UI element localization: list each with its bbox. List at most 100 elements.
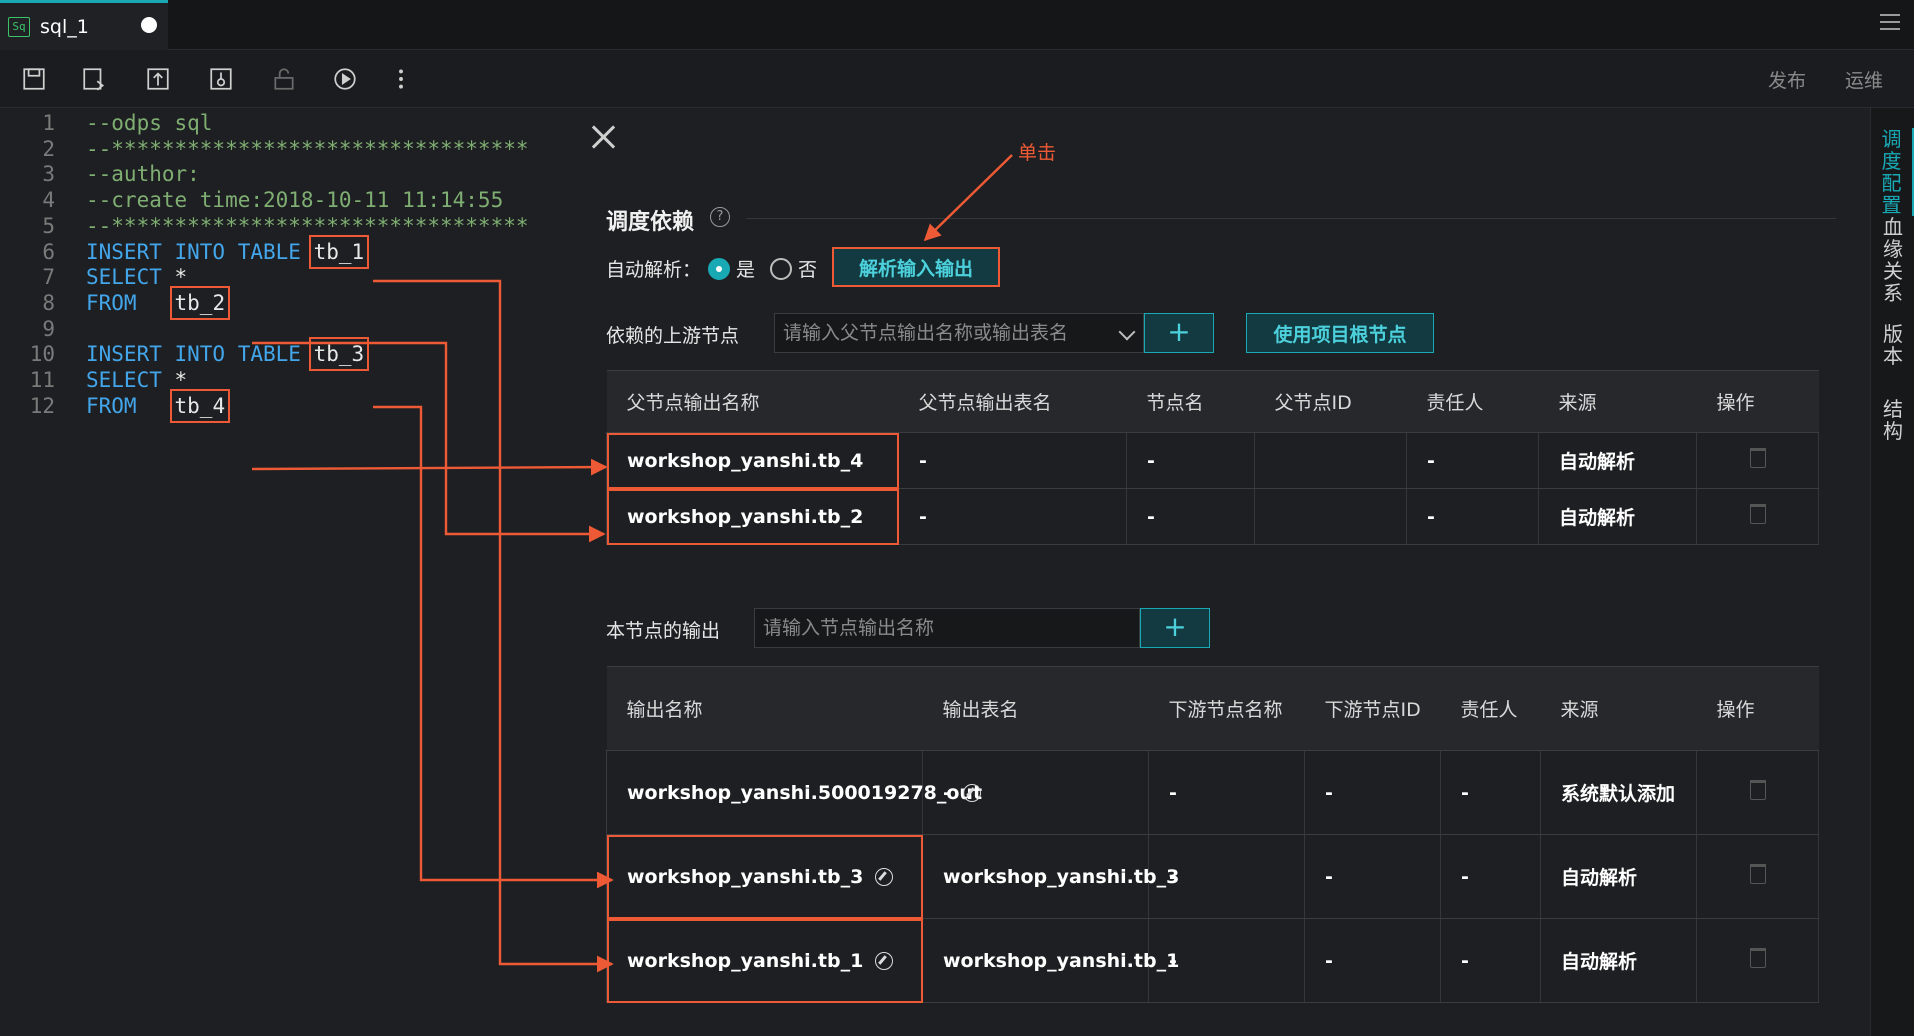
section-title-dependency: 调度依赖 bbox=[606, 210, 695, 235]
code-token: SELECT bbox=[86, 265, 175, 290]
close-icon[interactable] bbox=[588, 122, 618, 152]
tab-sql-1[interactable]: Sq sql_1 bbox=[0, 0, 168, 50]
cell-text: - bbox=[1147, 449, 1155, 472]
right-side-tabs: 调度配置血缘关系版本结构 bbox=[1870, 108, 1914, 1036]
radio-yes[interactable] bbox=[708, 258, 730, 280]
table-cell-action bbox=[1696, 918, 1819, 1003]
use-root-node-button[interactable]: 使用项目根节点 bbox=[1246, 313, 1434, 353]
line-number: 12 bbox=[29, 393, 55, 418]
table-cell: - bbox=[898, 432, 1127, 489]
cell-text: workshop_yanshi.tb_2 bbox=[627, 505, 864, 528]
table-cell: workshop_yanshi.tb_3 bbox=[922, 834, 1179, 919]
cell-text: workshop_yanshi.500019278_out bbox=[627, 781, 983, 804]
output-input[interactable]: 请输入节点输出名称 bbox=[754, 608, 1140, 648]
cell-text: workshop_yanshi.tb_3 bbox=[627, 865, 864, 888]
delete-icon[interactable] bbox=[1749, 864, 1766, 884]
table-cell bbox=[1254, 432, 1407, 489]
unsaved-dot-icon[interactable] bbox=[141, 17, 157, 33]
delete-icon[interactable] bbox=[1749, 780, 1766, 800]
code-token: INSERT INTO TABLE bbox=[86, 239, 314, 264]
table-cell: - bbox=[1440, 834, 1541, 919]
table-cell: - bbox=[1304, 918, 1441, 1003]
publish-button[interactable]: 发布 bbox=[1768, 66, 1806, 93]
save-icon[interactable] bbox=[19, 64, 49, 94]
cell-text: workshop_yanshi.tb_1 bbox=[627, 949, 864, 972]
table-cell: - bbox=[898, 488, 1127, 545]
table-cell: - bbox=[1304, 750, 1441, 835]
add-upstream-button[interactable]: + bbox=[1144, 313, 1214, 353]
output-label: 本节点的输出 bbox=[606, 620, 721, 642]
table-cell-action bbox=[1696, 488, 1819, 545]
edit-icon[interactable] bbox=[875, 952, 894, 970]
table-cell: workshop_yanshi.tb_1 bbox=[922, 918, 1179, 1003]
steal-lock-icon[interactable] bbox=[206, 64, 236, 94]
column-header: 父节点输出表名 bbox=[898, 370, 1127, 433]
cell-text: 自动解析 bbox=[1559, 507, 1636, 529]
radio-no[interactable] bbox=[770, 258, 792, 280]
column-header: 父节点ID bbox=[1254, 370, 1407, 433]
table-cell: - bbox=[1406, 432, 1539, 489]
save-as-icon[interactable] bbox=[79, 64, 109, 94]
toolbar: 发布 运维 bbox=[0, 50, 1914, 108]
add-output-button[interactable]: + bbox=[1140, 608, 1210, 648]
side-tab-4[interactable]: 结构 bbox=[1871, 398, 1914, 442]
cell-text: - bbox=[1461, 949, 1469, 972]
side-tab-2[interactable]: 血缘关系 bbox=[1871, 216, 1914, 304]
column-header: 下游节点ID bbox=[1304, 666, 1441, 751]
upstream-input[interactable]: 请输入父节点输出名称或输出表名 bbox=[774, 313, 1144, 353]
code-token: --create time:2018-10-11 11:14:55 bbox=[86, 188, 504, 213]
divider bbox=[746, 218, 1836, 219]
table-name-token: tb_3 bbox=[308, 337, 370, 372]
hamburger-menu-icon[interactable] bbox=[1880, 14, 1900, 32]
edit-icon[interactable] bbox=[875, 868, 894, 886]
code-editor[interactable]: 1 --odps sql 2 --**************************… bbox=[0, 108, 568, 1036]
cell-text: - bbox=[919, 449, 927, 472]
parse-io-button[interactable]: 解析输入输出 bbox=[832, 247, 1000, 287]
cell-text: workshop_yanshi.tb_4 bbox=[627, 449, 864, 472]
table-row: workshop_yanshi.tb_1 workshop_yanshi.tb_1… bbox=[606, 918, 1819, 1003]
delete-icon[interactable] bbox=[1749, 948, 1766, 968]
code-token: --author: bbox=[86, 162, 200, 187]
code-token: --odps sql bbox=[86, 111, 213, 135]
submit-icon[interactable] bbox=[143, 64, 173, 94]
table-cell: 自动解析 bbox=[1540, 834, 1697, 919]
column-header: 责任人 bbox=[1440, 666, 1541, 751]
click-annotation: 单击 bbox=[1018, 142, 1057, 164]
lock-icon[interactable] bbox=[269, 64, 299, 94]
delete-icon[interactable] bbox=[1749, 504, 1766, 524]
table-cell: - bbox=[1148, 750, 1305, 835]
auto-parse-label: 自动解析： bbox=[606, 259, 702, 281]
edit-icon[interactable] bbox=[962, 784, 981, 802]
table-cell: workshop_yanshi.tb_4 bbox=[606, 432, 899, 489]
table-name-token: tb_1 bbox=[308, 234, 370, 269]
upstream-table: 父节点输出名称 父节点输出表名 节点名 父节点ID 责任人 来源 操作 workshop_y… bbox=[606, 370, 1819, 545]
table-cell: - bbox=[1148, 834, 1305, 919]
table-cell: 自动解析 bbox=[1540, 918, 1697, 1003]
table-cell: - bbox=[1440, 918, 1541, 1003]
more-icon[interactable] bbox=[386, 64, 416, 94]
table-cell: - bbox=[1126, 432, 1255, 489]
table-cell: workshop_yanshi.tb_3 bbox=[606, 834, 923, 919]
code-token: FROM bbox=[86, 290, 175, 315]
ops-button[interactable]: 运维 bbox=[1845, 66, 1883, 93]
cell-text: workshop_yanshi.tb_3 bbox=[943, 865, 1180, 888]
help-icon[interactable]: ? bbox=[710, 207, 730, 227]
chevron-down-icon[interactable] bbox=[1118, 323, 1136, 341]
side-tab-1[interactable]: 调度配置 bbox=[1871, 128, 1914, 216]
delete-icon[interactable] bbox=[1749, 448, 1766, 468]
side-tab-3[interactable]: 版本 bbox=[1871, 323, 1914, 367]
run-icon[interactable] bbox=[330, 64, 360, 94]
table-cell: - bbox=[1440, 750, 1541, 835]
table-name-token: tb_2 bbox=[169, 285, 231, 320]
cell-text: - bbox=[943, 781, 951, 804]
cell-text: workshop_yanshi.tb_1 bbox=[943, 949, 1180, 972]
table-cell: - bbox=[1148, 918, 1305, 1003]
cell-text: - bbox=[1427, 449, 1435, 472]
code-line[interactable]: 12 FROM tb_4 bbox=[0, 388, 568, 423]
table-cell-action bbox=[1696, 432, 1819, 489]
column-header: 操作 bbox=[1696, 370, 1819, 433]
column-header: 责任人 bbox=[1406, 370, 1539, 433]
code-token: --********************************* bbox=[86, 136, 529, 161]
cell-text: - bbox=[1325, 781, 1333, 804]
code-token: INSERT INTO TABLE bbox=[86, 342, 314, 367]
